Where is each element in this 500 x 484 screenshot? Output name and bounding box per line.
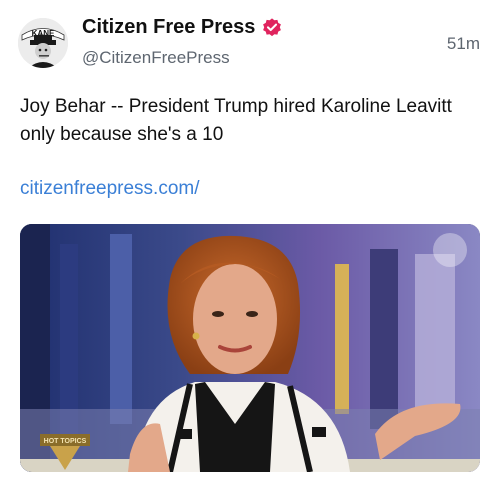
post-timestamp: 51m: [446, 34, 480, 53]
lower-third-text: HOT TOPICS: [44, 438, 87, 445]
post-text: Joy Behar -- President Trump hired Karol…: [20, 96, 452, 145]
author-name[interactable]: Citizen Free Press: [82, 16, 255, 39]
post-card[interactable]: KANE Citizen Free Press @CitizenFreePres…: [0, 0, 500, 484]
avatar[interactable]: KANE: [18, 18, 68, 68]
verified-badge-icon: [263, 17, 282, 36]
post-video-thumbnail[interactable]: HOT TOPICS: [20, 224, 480, 472]
avatar-image: KANE: [18, 18, 68, 68]
author-row: Citizen Free Press: [82, 16, 283, 39]
post-link[interactable]: citizenfreepress.com/: [20, 178, 200, 200]
author-handle[interactable]: @CitizenFreePress: [82, 48, 230, 68]
network-watermark-icon: [433, 233, 467, 267]
video-frame-image: HOT TOPICS: [20, 224, 480, 472]
